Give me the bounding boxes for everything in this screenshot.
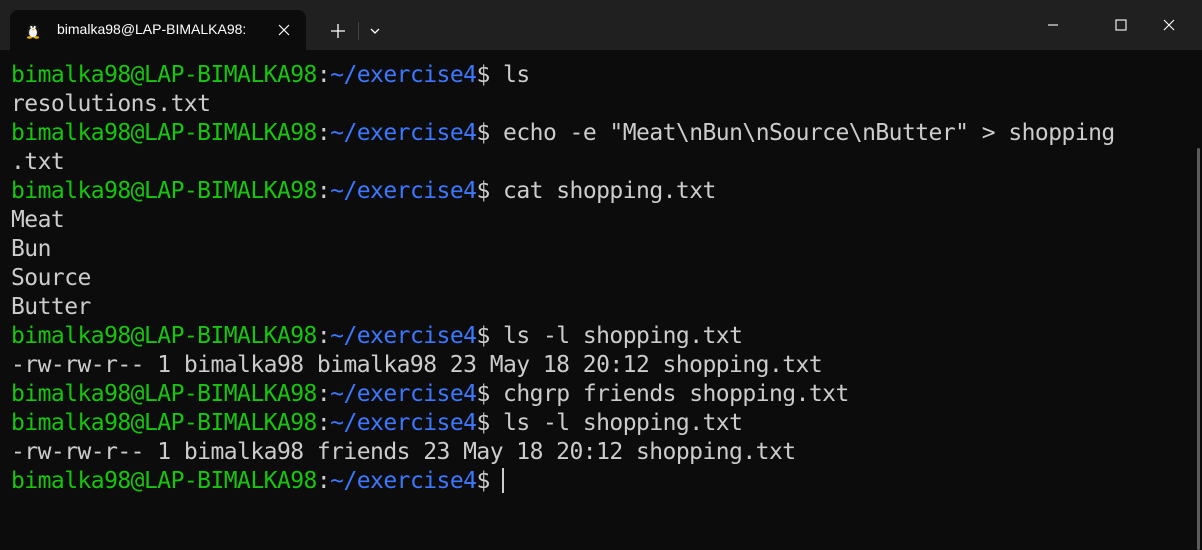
text-cursor <box>501 468 504 493</box>
command-text: ls <box>489 62 530 88</box>
prompt-path: ~/exercise4 <box>330 381 477 407</box>
command-text: echo -e "Meat\nBun\nSource\nButter" > sh… <box>489 120 1115 146</box>
output-line: resolutions.txt <box>11 91 211 117</box>
prompt-path: ~/exercise4 <box>330 323 477 349</box>
prompt-user: bimalka98@LAP-BIMALKA98 <box>11 178 317 204</box>
current-prompt-line[interactable]: bimalka98@LAP-BIMALKA98:~/exercise4$ <box>11 467 504 496</box>
prompt-symbol: $ <box>476 381 490 407</box>
minimize-button[interactable] <box>1030 0 1076 50</box>
prompt-line: bimalka98@LAP-BIMALKA98:~/exercise4$ ls <box>11 61 530 90</box>
command-text: chgrp friends shopping.txt <box>489 381 849 407</box>
prompt-user: bimalka98@LAP-BIMALKA98 <box>11 410 317 436</box>
output-line: Bun <box>11 236 51 262</box>
prompt-line: bimalka98@LAP-BIMALKA98:~/exercise4$ cat… <box>11 177 716 206</box>
vertical-scrollbar[interactable] <box>1197 148 1200 550</box>
output-line: Source <box>11 265 91 291</box>
prompt-path: ~/exercise4 <box>330 468 477 494</box>
tab-separator <box>358 22 359 40</box>
prompt-path: ~/exercise4 <box>330 410 477 436</box>
close-tab-icon[interactable] <box>275 21 293 39</box>
prompt-colon: : <box>316 410 331 436</box>
output-line: Meat <box>11 207 65 233</box>
tab-dropdown-button[interactable] <box>362 17 388 45</box>
output-line: .txt <box>11 149 65 175</box>
prompt-symbol: $ <box>476 62 490 88</box>
prompt-symbol: $ <box>476 178 490 204</box>
prompt-colon: : <box>316 381 331 407</box>
maximize-icon <box>1115 19 1127 31</box>
prompt-colon: : <box>316 323 331 349</box>
prompt-user: bimalka98@LAP-BIMALKA98 <box>11 468 317 494</box>
minimize-icon <box>1048 24 1058 26</box>
linux-penguin-icon <box>24 21 42 39</box>
close-icon <box>1163 19 1175 31</box>
prompt-symbol: $ <box>476 120 490 146</box>
prompt-line: bimalka98@LAP-BIMALKA98:~/exercise4$ ls … <box>11 409 743 438</box>
prompt-symbol: $ <box>476 323 490 349</box>
command-text: ls -l shopping.txt <box>489 323 743 349</box>
prompt-user: bimalka98@LAP-BIMALKA98 <box>11 62 317 88</box>
prompt-colon: : <box>316 468 331 494</box>
prompt-line: bimalka98@LAP-BIMALKA98:~/exercise4$ ech… <box>11 119 1115 148</box>
chevron-down-icon <box>370 28 380 34</box>
prompt-line: bimalka98@LAP-BIMALKA98:~/exercise4$ ls … <box>11 322 743 351</box>
command-text: ls -l shopping.txt <box>489 410 743 436</box>
prompt-colon: : <box>316 178 331 204</box>
prompt-line: bimalka98@LAP-BIMALKA98:~/exercise4$ chg… <box>11 380 849 409</box>
new-tab-button[interactable] <box>320 17 356 45</box>
prompt-symbol: $ <box>476 410 490 436</box>
prompt-colon: : <box>316 62 331 88</box>
output-line: Butter <box>11 294 91 320</box>
prompt-symbol: $ <box>476 468 490 494</box>
tab-title: bimalka98@LAP-BIMALKA98: <box>57 21 247 37</box>
prompt-path: ~/exercise4 <box>330 178 477 204</box>
prompt-path: ~/exercise4 <box>330 120 477 146</box>
terminal-output[interactable]: bimalka98@LAP-BIMALKA98:~/exercise4$ ls … <box>0 50 1200 550</box>
maximize-button[interactable] <box>1098 0 1144 50</box>
prompt-user: bimalka98@LAP-BIMALKA98 <box>11 381 317 407</box>
title-bar: bimalka98@LAP-BIMALKA98: <box>0 0 1202 50</box>
output-line: -rw-rw-r-- 1 bimalka98 bimalka98 23 May … <box>11 352 823 378</box>
command-text: cat shopping.txt <box>489 178 716 204</box>
output-line: -rw-rw-r-- 1 bimalka98 friends 23 May 18… <box>11 439 796 465</box>
close-window-button[interactable] <box>1146 0 1192 50</box>
prompt-colon: : <box>316 120 331 146</box>
plus-icon <box>331 24 345 38</box>
prompt-user: bimalka98@LAP-BIMALKA98 <box>11 323 317 349</box>
terminal-tab[interactable]: bimalka98@LAP-BIMALKA98: <box>10 10 306 50</box>
prompt-user: bimalka98@LAP-BIMALKA98 <box>11 120 317 146</box>
prompt-path: ~/exercise4 <box>330 62 477 88</box>
